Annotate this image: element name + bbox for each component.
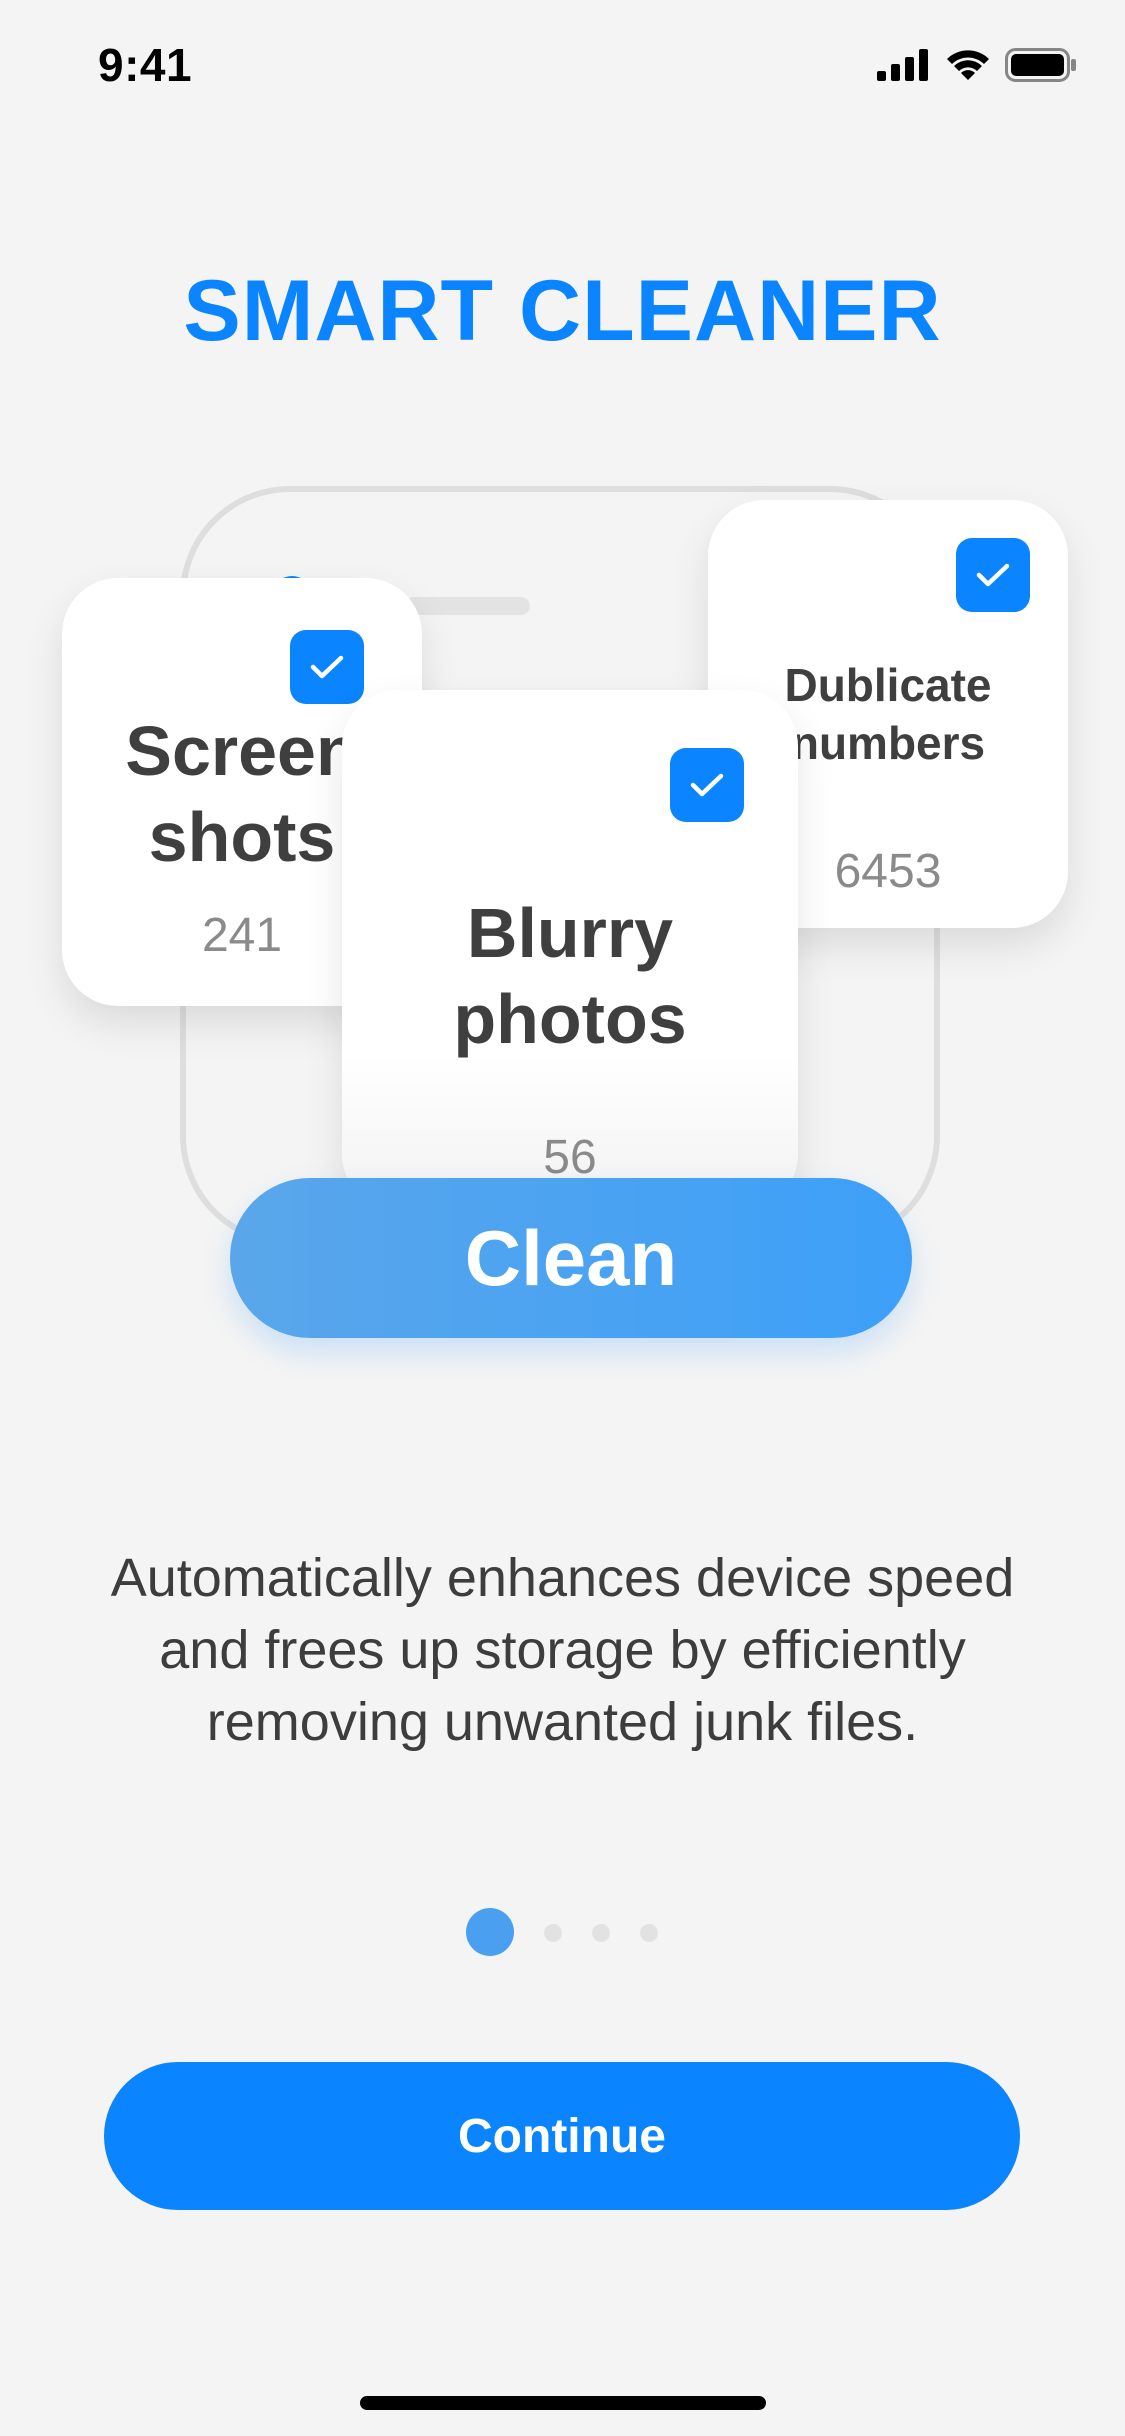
signal-icon [877, 49, 931, 86]
page-dot[interactable] [544, 1924, 562, 1942]
checkbox-checked-icon [670, 748, 744, 822]
onboarding-description: Automatically enhances device speed and … [110, 1548, 1015, 1752]
page-dot-active[interactable] [466, 1908, 514, 1956]
wifi-icon [945, 48, 991, 87]
card-blurry-photos: Blurry photos 56 [342, 690, 798, 1210]
page-dot[interactable] [592, 1924, 610, 1942]
checkbox-checked-icon [290, 630, 364, 704]
page-indicator [0, 1908, 1125, 1958]
page-dot[interactable] [640, 1924, 658, 1942]
battery-icon [1005, 48, 1077, 87]
phone-illustration-bar [405, 597, 530, 615]
page-title: SMART CLEANER [183, 263, 942, 359]
status-icons [877, 48, 1077, 87]
continue-button[interactable]: Continue [104, 2062, 1020, 2210]
card-label: Blurry photos [453, 894, 687, 1058]
clean-button[interactable]: Clean [230, 1178, 912, 1338]
status-time: 9:41 [98, 39, 193, 91]
home-indicator[interactable] [360, 2396, 766, 2410]
checkbox-checked-icon [956, 538, 1030, 612]
card-count: 56 [543, 1131, 597, 1184]
